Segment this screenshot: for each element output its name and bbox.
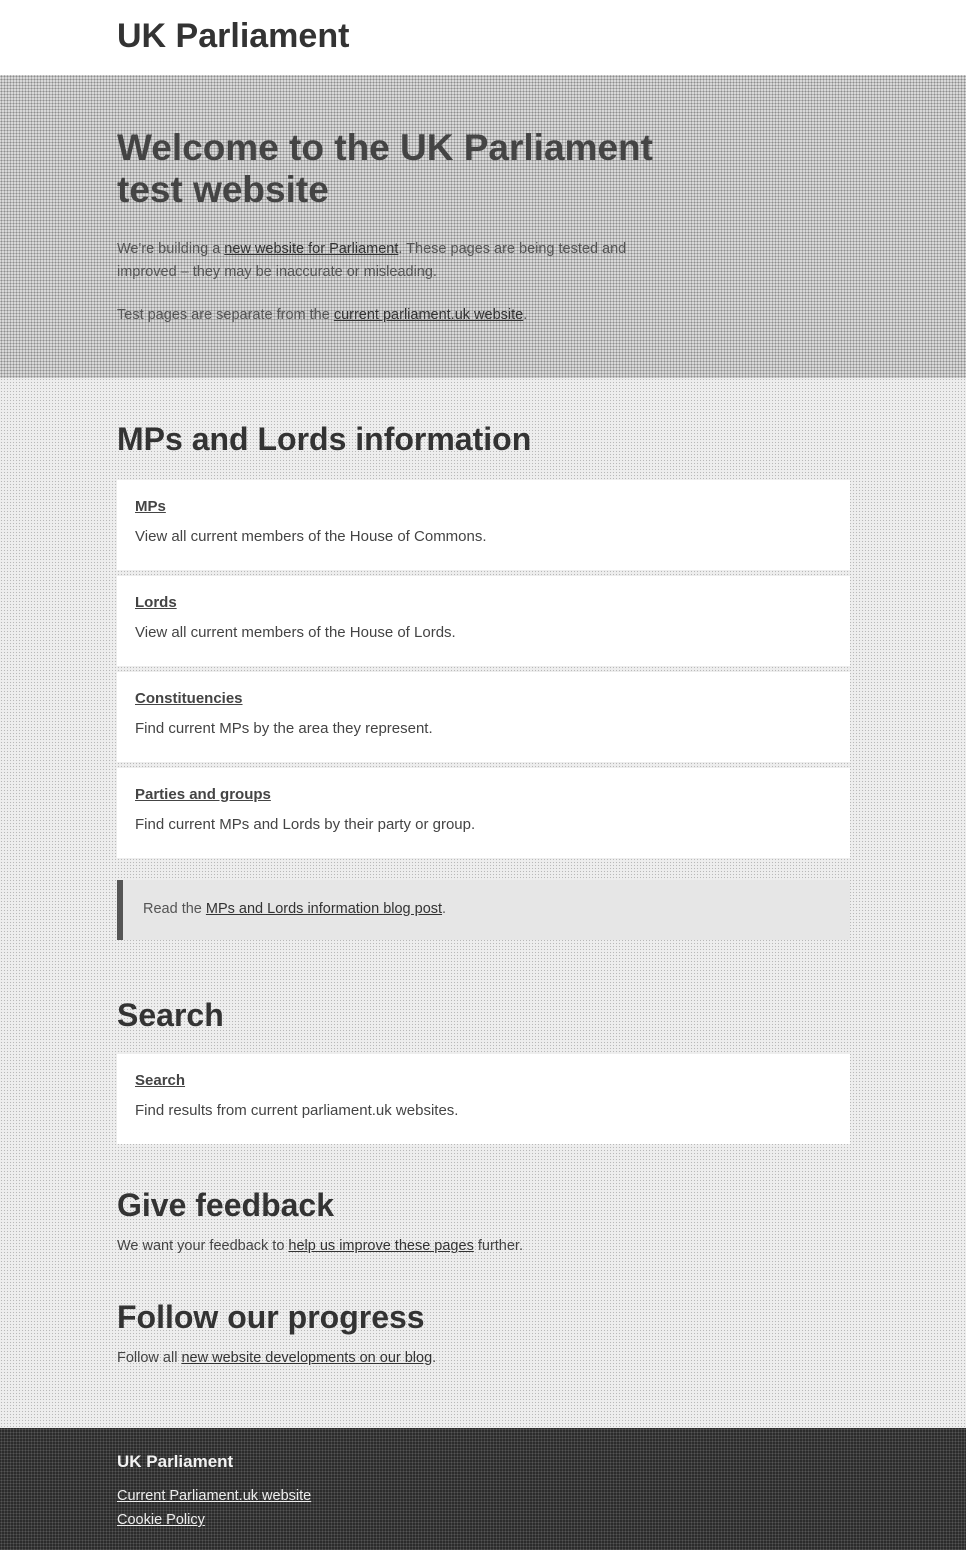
section-title-mps-lords: MPs and Lords information <box>117 421 532 457</box>
card-description: View all current members of the House of… <box>135 624 456 641</box>
hero-intro-text: We're building a new website for Parliam… <box>117 241 627 280</box>
search-card-list: Search Find results from current parliam… <box>117 1054 850 1144</box>
site-footer: UK Parliament Current Parliament.uk webs… <box>0 1428 966 1550</box>
feedback-section: Give feedback We want your feedback to h… <box>117 1186 850 1256</box>
blog-post-callout: Read the MPs and Lords information blog … <box>117 880 850 940</box>
card-description: View all current members of the House of… <box>135 528 487 545</box>
section-title-progress: Follow our progress <box>117 1299 425 1335</box>
footer-links: Current Parliament.uk website Cookie Pol… <box>117 1484 850 1532</box>
card-constituencies: Constituencies Find current MPs by the a… <box>117 672 850 762</box>
mps-link[interactable]: MPs <box>135 498 832 516</box>
parties-groups-link[interactable]: Parties and groups <box>135 786 832 804</box>
card-lords: Lords View all current members of the Ho… <box>117 576 850 666</box>
search-link[interactable]: Search <box>135 1072 832 1090</box>
card-description: Find current MPs by the area they repres… <box>135 720 433 737</box>
mps-lords-card-list: MPs View all current members of the Hous… <box>117 480 850 858</box>
feedback-text: We want your feedback to help us improve… <box>117 1238 523 1254</box>
improve-pages-link[interactable]: help us improve these pages <box>288 1238 473 1254</box>
progress-text: Follow all new website developments on o… <box>117 1350 437 1366</box>
current-parliament-link[interactable]: current parliament.uk website <box>334 307 523 323</box>
card-parties-groups: Parties and groups Find current MPs and … <box>117 768 850 858</box>
card-description: Find results from current parliament.uk … <box>135 1102 459 1119</box>
card-mps: MPs View all current members of the Hous… <box>117 480 850 570</box>
main-content: MPs and Lords information MPs View all c… <box>0 378 966 1368</box>
footer-title: UK Parliament <box>117 1452 234 1471</box>
hero-title: Welcome to the UK Parliament test websit… <box>117 127 653 210</box>
section-title-search: Search <box>117 997 224 1033</box>
hero-separate-text: Test pages are separate from the current… <box>117 307 528 323</box>
card-description: Find current MPs and Lords by their part… <box>135 816 476 833</box>
search-section: Search Search Find results from current … <box>117 996 850 1144</box>
constituencies-link[interactable]: Constituencies <box>135 690 832 708</box>
section-title-feedback: Give feedback <box>117 1187 334 1223</box>
lords-link[interactable]: Lords <box>135 594 832 612</box>
blog-developments-link[interactable]: new website developments on our blog <box>181 1350 432 1366</box>
blog-post-link[interactable]: MPs and Lords information blog post <box>206 901 442 917</box>
site-title[interactable]: UK Parliament <box>117 0 850 56</box>
footer-current-website-link[interactable]: Current Parliament.uk website <box>117 1484 850 1508</box>
mps-lords-section: MPs and Lords information MPs View all c… <box>117 378 850 940</box>
site-header: UK Parliament <box>0 0 966 75</box>
footer-cookie-policy-link[interactable]: Cookie Policy <box>117 1508 850 1532</box>
progress-section: Follow our progress Follow all new websi… <box>117 1298 850 1368</box>
new-website-link[interactable]: new website for Parliament <box>224 241 398 257</box>
card-search: Search Find results from current parliam… <box>117 1054 850 1144</box>
hero-banner: Welcome to the UK Parliament test websit… <box>0 75 966 378</box>
